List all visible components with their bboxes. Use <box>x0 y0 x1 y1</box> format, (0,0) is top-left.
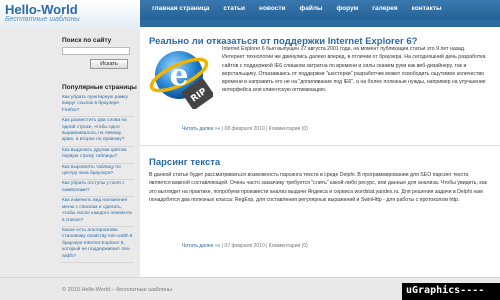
post-title[interactable]: Парсинг текста <box>149 157 220 168</box>
popular-list: Как убрать пунктирную рамку вокруг ссыло… <box>62 94 134 263</box>
nav-gallery[interactable]: галерея <box>365 0 404 20</box>
nav-underbar <box>140 20 500 27</box>
post-date: | 07 февраля 2010 | Комментарии (0) <box>221 243 308 249</box>
nav-news[interactable]: новости <box>252 0 293 20</box>
popular-item[interactable]: Как убрать отступы у поля с символами? <box>62 180 134 198</box>
logo-title[interactable]: Hello-World <box>5 2 78 17</box>
read-more-link[interactable]: Читать далее »» <box>182 243 220 249</box>
post-date: | 08 февраля 2010 | Комментарии (0) <box>221 126 308 132</box>
svg-text:e: e <box>169 58 188 93</box>
footer-copyright: © 2010 Hello-World – бесплатные шаблоны <box>62 287 172 293</box>
popular-item[interactable]: Какое есть альтернатива стилевому свойст… <box>62 227 134 263</box>
search-button[interactable]: Искать <box>90 59 128 69</box>
divider <box>140 145 500 146</box>
popular-item[interactable]: Как выделить другим цветом первую строку… <box>62 147 134 164</box>
post-meta: Читать далее »» | 08 февраля 2010 | Комм… <box>182 126 308 132</box>
search-input[interactable] <box>62 47 130 55</box>
search-title: Поиск по сайту <box>62 37 112 44</box>
post-meta: Читать далее »» | 07 февраля 2010 | Комм… <box>182 243 308 249</box>
post-text: В данной статье будет рассматриваться во… <box>149 172 487 203</box>
popular-item[interactable]: Как изменить вид наложения меню с списко… <box>62 197 134 227</box>
popular-title: Популярные страницы <box>62 84 137 91</box>
ie-rip-icon: e RIP <box>149 51 213 109</box>
nav-articles[interactable]: статьи <box>216 0 252 20</box>
popular-item[interactable]: Как разместить два слова на одной строке… <box>62 117 134 147</box>
popular-item[interactable]: Как убрать пунктирную рамку вокруг ссыло… <box>62 94 134 118</box>
post-text: Internet Explorer 6 был выпущен 27 авгус… <box>222 46 486 94</box>
popular-item[interactable]: Как выровнять таблицу по центру окна бра… <box>62 164 134 181</box>
nav-forum[interactable]: форум <box>330 0 366 20</box>
nav-home[interactable]: главная страница <box>145 0 216 20</box>
nav-contacts[interactable]: контакты <box>405 0 449 20</box>
watermark: uGraphics---- <box>402 283 500 300</box>
main-nav: главная страница статьи новости файлы фо… <box>145 0 449 20</box>
logo-subtitle: Бесплатные шаблоны <box>5 16 80 23</box>
read-more-link[interactable]: Читать далее »» <box>182 126 220 132</box>
nav-files[interactable]: файлы <box>293 0 330 20</box>
